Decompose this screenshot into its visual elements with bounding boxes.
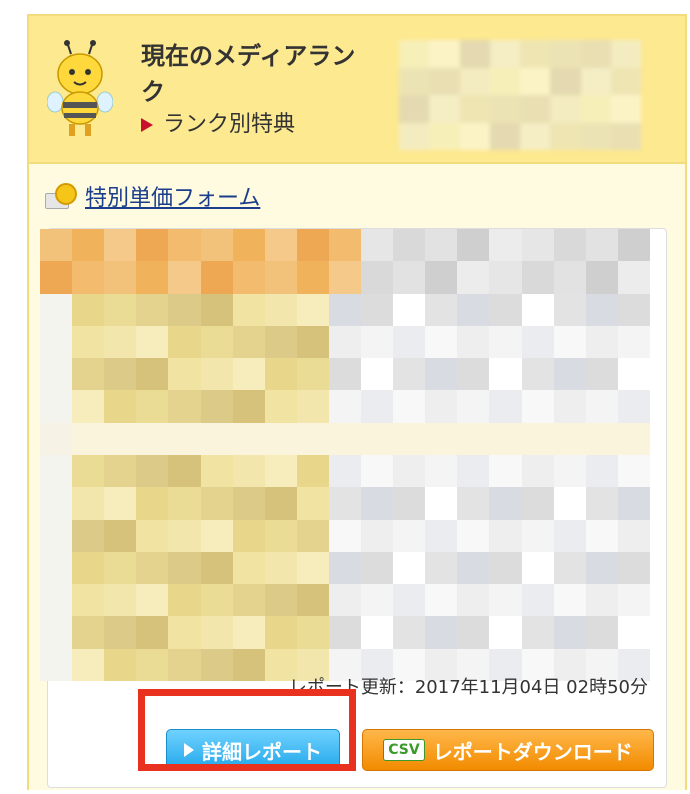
bee-mascot-icon	[47, 40, 113, 136]
report-download-button[interactable]: CSV レポートダウンロード	[362, 729, 654, 771]
report-table-redacted	[40, 229, 650, 681]
red-triangle-icon	[141, 118, 153, 132]
special-price-form-label: 特別単価フォーム	[85, 186, 261, 211]
rank-header: 現在のメディアランク ランク別特典	[29, 16, 685, 164]
csv-icon: CSV	[383, 739, 425, 761]
report-download-label: レポートダウンロード	[432, 739, 633, 764]
rank-benefits-link[interactable]: ランク別特典	[141, 110, 295, 140]
rank-value-redacted	[399, 40, 641, 150]
media-rank-panel: 現在のメディアランク ランク別特典 特別単価フォーム レポート更新：2017年1…	[27, 14, 687, 790]
rank-benefits-label: ランク別特典	[163, 112, 296, 137]
highlight-annotation	[138, 689, 356, 771]
special-price-form-link[interactable]: 特別単価フォーム	[45, 180, 260, 212]
coin-icon	[45, 183, 77, 209]
rank-title: 現在のメディアランク	[141, 42, 356, 106]
